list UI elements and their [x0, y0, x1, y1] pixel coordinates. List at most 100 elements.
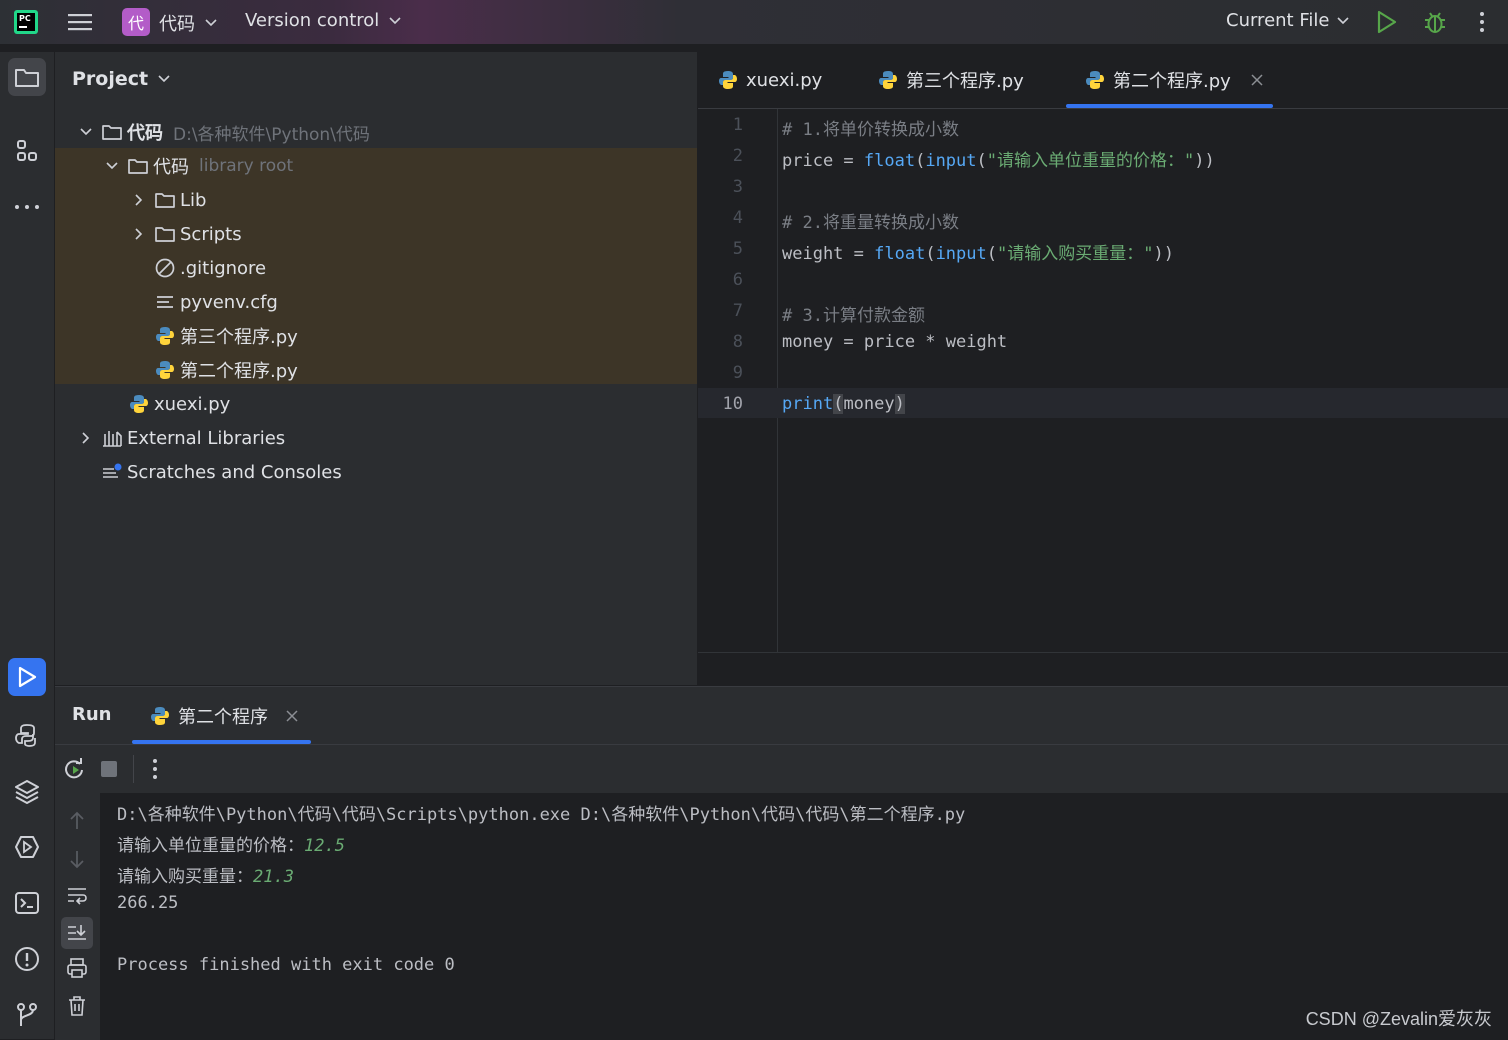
- debug-button[interactable]: [1422, 9, 1448, 35]
- python-file-icon: [154, 325, 176, 347]
- code-line-8[interactable]: money = price * weight: [782, 332, 1007, 352]
- tree-item-gitignore[interactable]: .gitignore: [154, 251, 266, 285]
- tree-item-label: Scripts: [180, 223, 242, 245]
- scroll-to-end-button[interactable]: [61, 917, 93, 949]
- project-badge[interactable]: 代: [122, 8, 150, 36]
- folder-icon: [154, 223, 176, 245]
- run-tab[interactable]: 第二个程序: [150, 687, 298, 744]
- close-icon[interactable]: [286, 709, 298, 722]
- watermark: CSDN @Zevalin爱灰灰: [1305, 1009, 1492, 1029]
- comment: # 2.将重量转换成小数: [782, 213, 959, 233]
- builtin: float: [874, 244, 926, 264]
- tree-item-lib[interactable]: Lib: [128, 183, 206, 217]
- python-file-icon: [150, 706, 170, 726]
- code-text: money: [843, 394, 895, 414]
- tree-item-label: pyvenv.cfg: [180, 291, 278, 313]
- tree-item-scripts[interactable]: Scripts: [128, 217, 242, 251]
- scroll-down-icon[interactable]: [68, 849, 86, 869]
- tab-xuexi[interactable]: xuexi.py: [718, 52, 822, 108]
- main-menu-icon[interactable]: [68, 10, 94, 34]
- folder-icon: [101, 121, 123, 143]
- code-text: (: [986, 244, 997, 264]
- code-line-10[interactable]: print(money): [782, 394, 905, 414]
- print-icon[interactable]: [66, 957, 88, 979]
- run-toolbar: [55, 745, 1508, 793]
- chevron-down-icon: [389, 16, 401, 25]
- pycharm-logo-icon[interactable]: PC: [14, 10, 38, 34]
- toolbar-divider: [133, 755, 134, 783]
- terminal-button[interactable]: [8, 884, 46, 922]
- vcs-label: Version control: [245, 10, 380, 31]
- more-actions-icon[interactable]: [1478, 10, 1486, 34]
- tree-item-xuexi[interactable]: xuexi.py: [128, 387, 230, 421]
- code-line-7[interactable]: # 3.计算付款金额: [782, 301, 925, 326]
- stop-icon[interactable]: [101, 761, 117, 777]
- console-user-input: 21.3: [253, 867, 294, 887]
- project-panel-header[interactable]: Project: [72, 68, 170, 90]
- tree-item-external-libraries[interactable]: External Libraries: [75, 421, 285, 455]
- editor-panel: xuexi.py 第三个程序.py 第二个程序.py 1 2 3 4 5 6 7…: [698, 52, 1508, 685]
- structure-tool-button[interactable]: [8, 132, 46, 170]
- tree-item-label: .gitignore: [180, 257, 267, 279]
- tree-item-project-root[interactable]: 代码 D:\各种软件\Python\代码: [75, 115, 370, 149]
- run-config-selector[interactable]: Current File: [1226, 10, 1350, 31]
- builtin: input: [925, 151, 977, 171]
- code-line-5[interactable]: weight = float(input("请输入购买重量：")): [782, 239, 1174, 264]
- code-text: (: [925, 244, 936, 264]
- soft-wrap-icon[interactable]: [66, 885, 88, 905]
- more-tools-button[interactable]: [8, 188, 46, 226]
- tab-label: 第三个程序.py: [906, 71, 1024, 92]
- code-line-1[interactable]: # 1.将单价转换成小数: [782, 115, 959, 140]
- tab-label: xuexi.py: [746, 69, 823, 91]
- python-file-icon: [1085, 70, 1105, 90]
- project-selector[interactable]: 代码: [159, 10, 217, 36]
- scroll-up-icon[interactable]: [68, 811, 86, 831]
- console-line-prompt2: 请输入购买重量：21.3: [117, 862, 294, 887]
- line-number-current: 10: [722, 394, 743, 414]
- python-packages-button[interactable]: [8, 772, 46, 810]
- layers-icon: [14, 778, 40, 804]
- more-actions-icon[interactable]: [152, 758, 158, 780]
- tree-item-pyvenv[interactable]: pyvenv.cfg: [154, 285, 278, 319]
- chevron-right-icon: [128, 223, 150, 245]
- tab-second-program[interactable]: 第二个程序.py: [1085, 52, 1263, 108]
- version-control-menu[interactable]: Version control: [245, 10, 401, 31]
- console-prompt: 请输入购买重量：: [117, 867, 253, 887]
- services-icon: [14, 834, 40, 860]
- tree-item-library-root[interactable]: 代码 library root: [101, 149, 293, 183]
- code-line-2[interactable]: price = float(input("请输入单位重量的价格：")): [782, 146, 1215, 171]
- run-button[interactable]: [1376, 10, 1398, 34]
- rerun-icon[interactable]: [63, 758, 85, 780]
- project-panel: Project 代码 D:\各种软件\Python\代码 代码 library …: [55, 52, 697, 685]
- code-text: (: [976, 151, 987, 171]
- code-line-4[interactable]: # 2.将重量转换成小数: [782, 208, 959, 233]
- git-branch-icon: [14, 1002, 40, 1028]
- console-command-line: D:\各种软件\Python\代码\代码\Scripts\python.exe …: [117, 805, 966, 825]
- comment: # 3.计算付款金额: [782, 306, 925, 326]
- ignore-file-icon: [154, 257, 176, 279]
- builtin: input: [935, 244, 987, 264]
- run-tool-button[interactable]: [8, 658, 46, 696]
- git-button[interactable]: [8, 996, 46, 1034]
- tree-item-label: 代码: [127, 123, 163, 144]
- ellipsis-icon: [14, 204, 40, 210]
- tree-item-label: 代码: [153, 157, 189, 178]
- trash-icon[interactable]: [67, 995, 87, 1017]
- folder-icon: [14, 66, 40, 88]
- tree-item-scratches[interactable]: Scratches and Consoles: [101, 455, 342, 489]
- close-icon[interactable]: [1251, 74, 1263, 86]
- project-panel-title: Project: [72, 68, 149, 90]
- tree-item-third-program[interactable]: 第三个程序.py: [154, 319, 298, 353]
- problems-button[interactable]: [8, 940, 46, 978]
- tree-item-label: Lib: [180, 189, 207, 211]
- tab-third-program[interactable]: 第三个程序.py: [878, 52, 1024, 108]
- code-text: )): [1153, 244, 1174, 264]
- services-button[interactable]: [8, 828, 46, 866]
- python-console-button[interactable]: [8, 716, 46, 754]
- code-text: )): [1194, 151, 1215, 171]
- bracket-match: (: [833, 394, 844, 414]
- tree-item-second-program[interactable]: 第二个程序.py: [154, 353, 298, 387]
- console-user-input: 12.5: [304, 836, 345, 856]
- project-tool-button[interactable]: [8, 58, 46, 96]
- chevron-right-icon: [128, 189, 150, 211]
